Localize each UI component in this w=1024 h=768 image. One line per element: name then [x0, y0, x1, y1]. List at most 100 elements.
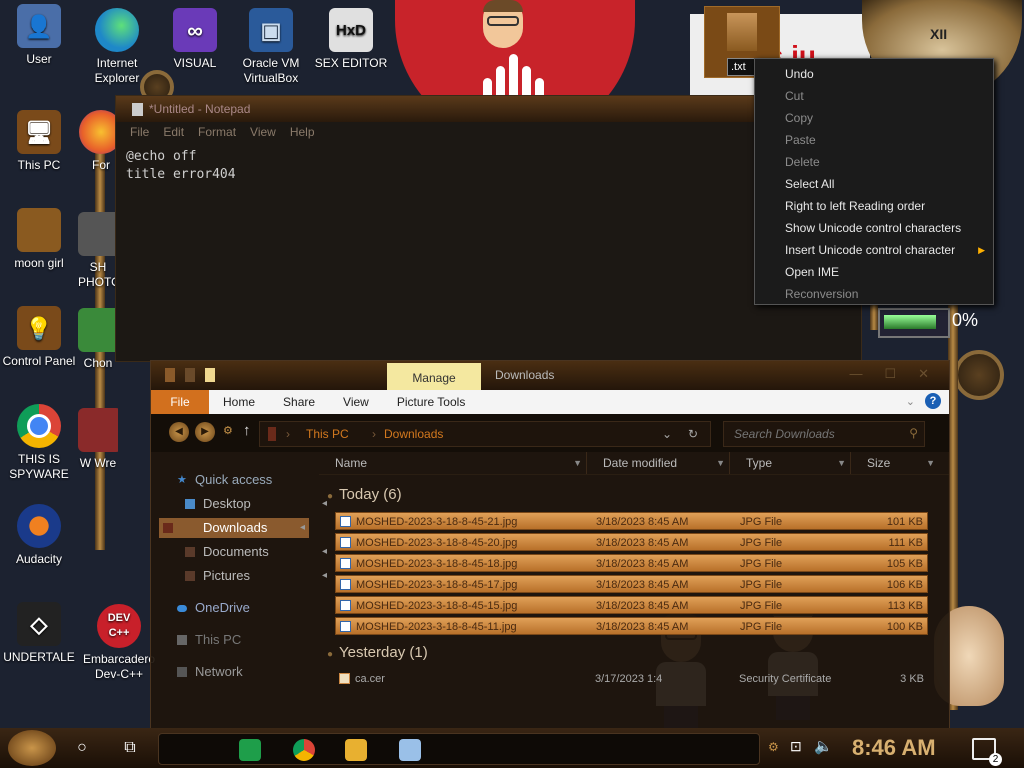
ctx-rtl-order[interactable]: Right to left Reading order [755, 195, 993, 217]
notepad-titlebar[interactable]: *Untitled - Notepad [116, 96, 861, 122]
tab-manage[interactable]: Manage [387, 363, 481, 390]
nav-documents[interactable]: Documents ◂ [181, 542, 331, 562]
ctx-paste[interactable]: Paste [755, 129, 993, 151]
tab-file[interactable]: File [151, 390, 209, 414]
file-date: 3/18/2023 8:45 AM [596, 579, 689, 591]
desktop-icon-internet-explorer[interactable]: Internet Explorer [78, 8, 156, 86]
desktop-icon-user[interactable]: 👤 User [0, 4, 78, 67]
maximize-icon[interactable]: ☐ [884, 366, 896, 382]
desktop-icon-visual-studio[interactable]: ∞ VISUAL [156, 8, 234, 71]
tab-picture-tools[interactable]: Picture Tools [383, 390, 479, 414]
ctx-cut[interactable]: Cut [755, 85, 993, 107]
close-icon[interactable]: ✕ [918, 366, 929, 382]
menu-view[interactable]: View [250, 125, 276, 139]
chrome-icon[interactable] [293, 739, 315, 761]
desktop-icon-moon-girl[interactable]: moon girl [0, 208, 78, 271]
folder-icon[interactable] [165, 368, 175, 382]
desktop-icon-dev-cpp[interactable]: DEV C++ Embarcadero Dev-C++ [80, 604, 158, 682]
ctx-insert-unicode[interactable]: Insert Unicode control character ▶ [755, 239, 993, 261]
desktop-icon-photo[interactable]: SH PHOTO [78, 212, 118, 290]
properties-icon[interactable] [185, 368, 195, 382]
notepad-window[interactable]: *Untitled - Notepad File Edit Format Vie… [115, 95, 862, 362]
tab-view[interactable]: View [329, 390, 383, 414]
expand-ribbon-icon[interactable]: ⌄ [906, 395, 915, 408]
tab-share[interactable]: Share [269, 390, 329, 414]
breadcrumb-downloads[interactable]: Downloads [384, 427, 443, 441]
ctx-reconversion[interactable]: Reconversion [755, 283, 993, 305]
cartoon-head [483, 0, 523, 48]
file-explorer-icon[interactable] [345, 739, 367, 761]
tray-gear-icon[interactable]: ⚙ [768, 740, 779, 754]
search-icon[interactable]: ⚲ [909, 426, 918, 440]
table-row[interactable]: MOSHED-2023-3-18-8-45-17.jpg 3/18/2023 8… [335, 575, 928, 593]
notification-icon[interactable]: 2 [972, 738, 1002, 766]
desktop-icon-chon[interactable]: Chon [78, 308, 118, 371]
table-row[interactable]: MOSHED-2023-3-18-8-45-20.jpg 3/18/2023 8… [335, 533, 928, 551]
taskbar-clock[interactable]: 8:46 AM [852, 735, 936, 761]
col-size[interactable]: Size ▼ [851, 452, 939, 474]
desktop-icon-label: This PC [17, 158, 61, 172]
ctx-delete[interactable]: Delete [755, 151, 993, 173]
table-row[interactable]: MOSHED-2023-3-18-8-45-18.jpg 3/18/2023 8… [335, 554, 928, 572]
desktop-icon-wrecker[interactable]: W Wre [78, 408, 118, 471]
breadcrumb-this-pc[interactable]: This PC [306, 427, 349, 441]
task-view-icon[interactable]: ⧉ [116, 734, 144, 762]
nav-this-pc[interactable]: This PC [173, 630, 323, 650]
desktop-icon-chrome[interactable]: THIS IS SPYWARE [0, 404, 78, 482]
tab-home[interactable]: Home [209, 390, 269, 414]
menu-file[interactable]: File [130, 125, 149, 139]
table-row[interactable]: MOSHED-2023-3-18-8-45-21.jpg 3/18/2023 8… [335, 512, 928, 530]
desktop-icon-this-pc[interactable]: 🖥 This PC [0, 110, 78, 173]
table-row[interactable]: MOSHED-2023-3-18-8-45-11.jpg 3/18/2023 8… [335, 617, 928, 635]
recent-dropdown-icon[interactable]: ⚙ [223, 424, 233, 437]
nav-network[interactable]: Network [173, 662, 323, 682]
start-button[interactable] [8, 730, 56, 766]
search-circle-icon[interactable]: ○ [68, 734, 96, 762]
network-icon[interactable]: ⊡ [790, 738, 802, 755]
minimize-icon[interactable]: — [849, 366, 862, 382]
explorer-titlebar[interactable]: Manage Downloads — ☐ ✕ [151, 361, 949, 390]
desktop-icon-virtualbox[interactable]: ▣ Oracle VM VirtualBox [232, 8, 310, 86]
sheets-icon[interactable] [239, 739, 261, 761]
ctx-undo[interactable]: Undo [755, 63, 993, 85]
notepad-icon[interactable] [399, 739, 421, 761]
ctx-copy[interactable]: Copy [755, 107, 993, 129]
desktop-icon-control-panel[interactable]: 💡 Control Panel [0, 306, 78, 369]
desktop-icon-audacity[interactable]: Audacity [0, 504, 78, 567]
address-bar[interactable]: › This PC › Downloads ⌄ ↻ [259, 421, 711, 447]
col-name[interactable]: Name ▼ [319, 452, 587, 474]
ctx-select-all[interactable]: Select All [755, 173, 993, 195]
desktop-icon-undertale[interactable]: ◇ UNDERTALE [0, 602, 78, 665]
menu-edit[interactable]: Edit [163, 125, 184, 139]
search-input[interactable] [732, 426, 906, 442]
new-folder-icon[interactable] [205, 368, 215, 382]
nav-pictures[interactable]: Pictures ◂ [181, 566, 331, 586]
nav-quick-access[interactable]: ★ Quick access [173, 470, 323, 490]
ctx-open-ime[interactable]: Open IME [755, 261, 993, 283]
refresh-icon[interactable]: ↻ [688, 427, 698, 441]
nav-downloads[interactable]: Downloads ◂ [159, 518, 309, 538]
volume-icon[interactable]: 🔈 [814, 737, 833, 755]
help-icon[interactable]: ? [925, 393, 941, 409]
navigation-pane: ★ Quick access Desktop ◂ Downloads ◂ Doc… [151, 452, 327, 729]
table-row[interactable]: MOSHED-2023-3-18-8-45-15.jpg 3/18/2023 8… [335, 596, 928, 614]
menu-format[interactable]: Format [198, 125, 236, 139]
ctx-show-unicode[interactable]: Show Unicode control characters [755, 217, 993, 239]
group-header-yesterday[interactable]: ● Yesterday (1) [327, 644, 428, 661]
desktop-icon-hex-editor[interactable]: HxD SEX EDITOR [312, 8, 390, 71]
notepad-text-area[interactable]: @echo off title error404 [116, 142, 861, 190]
group-header-today[interactable]: ● Today (6) [327, 486, 402, 503]
nav-desktop[interactable]: Desktop ◂ [181, 494, 331, 514]
taskbar-apps [158, 733, 760, 765]
up-arrow-icon[interactable]: ↑ [243, 422, 251, 439]
col-date-modified[interactable]: Date modified ▼ [587, 452, 730, 474]
forward-icon[interactable]: ▶ [195, 422, 215, 442]
menu-help[interactable]: Help [290, 125, 315, 139]
back-icon[interactable]: ◀ [169, 422, 189, 442]
chevron-down-icon[interactable]: ⌄ [662, 427, 672, 441]
search-box[interactable]: ⚲ [723, 421, 925, 447]
col-type[interactable]: Type ▼ [730, 452, 851, 474]
nav-onedrive[interactable]: OneDrive [173, 598, 323, 618]
file-explorer-window[interactable]: Manage Downloads — ☐ ✕ File Home Share V… [150, 360, 950, 730]
table-row[interactable]: ca.cer 3/17/2023 1:4 Security Certificat… [335, 670, 928, 688]
